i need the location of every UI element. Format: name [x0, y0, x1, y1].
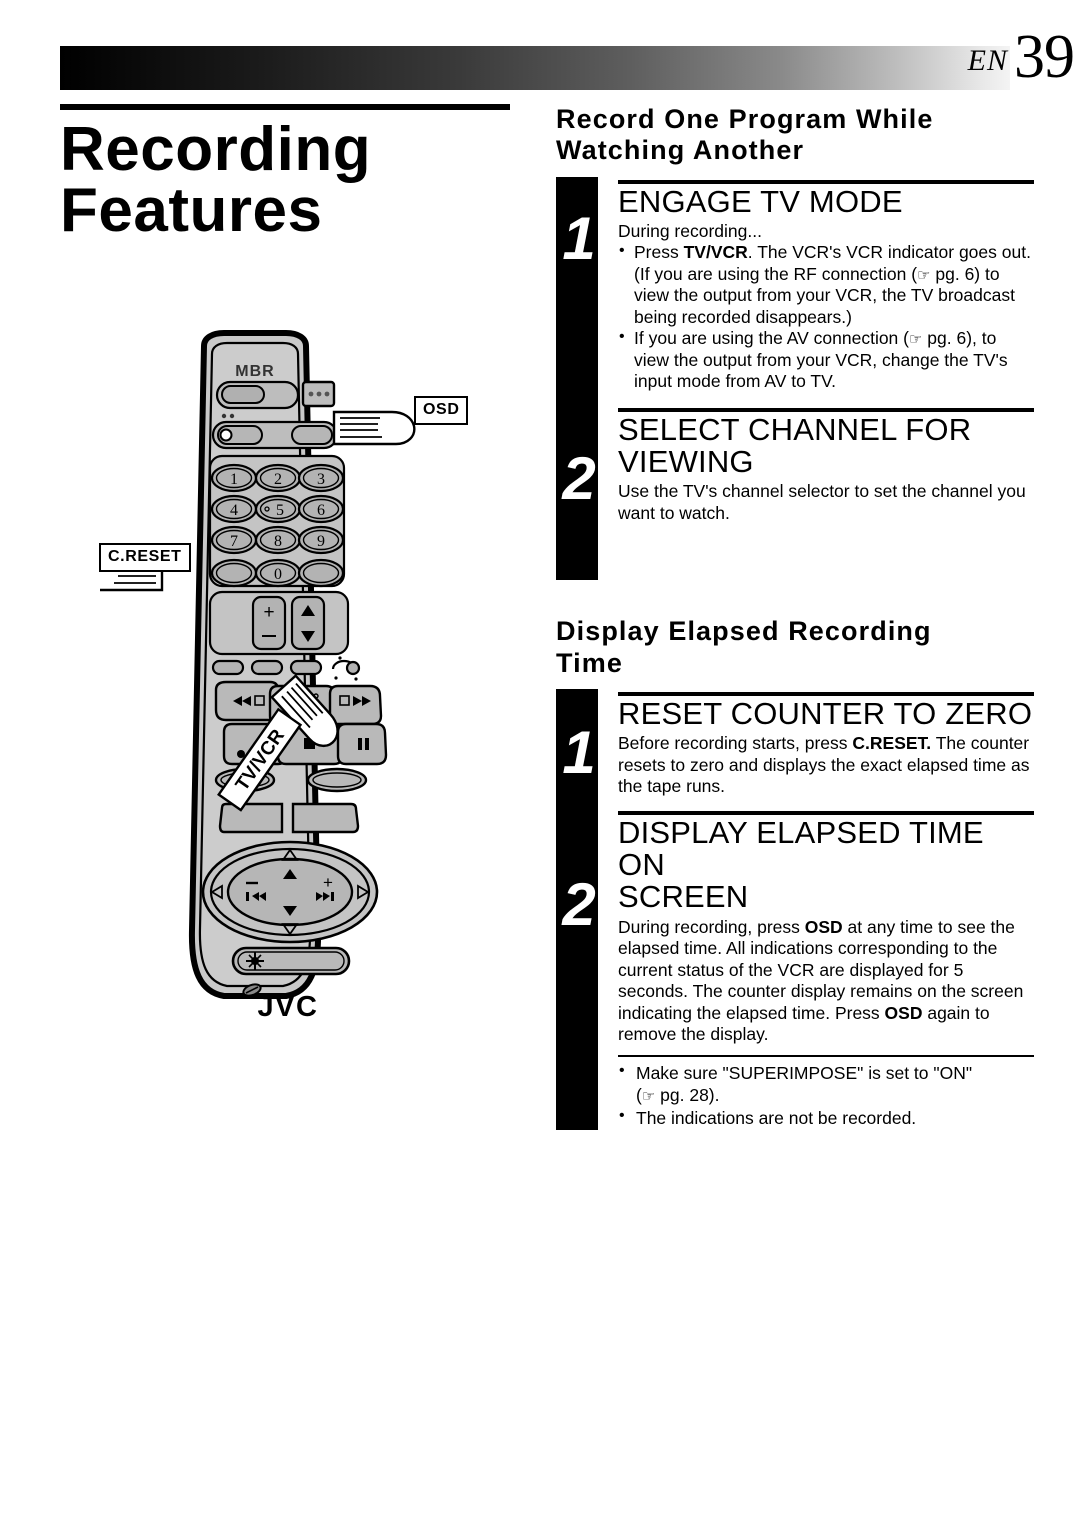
- remote-control-illustration: MBR 1 2 3 4 5 6 7 8 9 0 + + JVC TV/VCR O…: [99, 330, 520, 1030]
- section2-step2-number: 2: [562, 871, 596, 939]
- section1-step2: SELECT CHANNEL FOR VIEWING Use the TV's …: [618, 405, 1034, 581]
- section1-step1-body: During recording... Press TV/VCR. The VC…: [618, 221, 1034, 393]
- osd-button[interactable]: [291, 425, 333, 445]
- jvc-logo: JVC: [258, 991, 319, 1023]
- header-gradient-bar: [60, 46, 1010, 90]
- section2-notes: Make sure "SUPERIMPOSE" is set to "ON" (…: [618, 1061, 1034, 1130]
- section1-step1-bullet2: If you are using the AV connection (☞ pg…: [618, 327, 1034, 393]
- page-number: 39: [1014, 23, 1075, 91]
- key-4-label: 4: [230, 502, 238, 519]
- indicator-dot-3: [324, 391, 330, 397]
- key-9-label: 9: [317, 533, 325, 550]
- dpad-prev-bar: [246, 892, 249, 901]
- fast-forward-button[interactable]: [328, 684, 383, 726]
- section-heading-record-one-program: Record One Program While Watching Anothe…: [556, 104, 1034, 167]
- section1-step1-bullet1: Press TV/VCR. The VCR's VCR indicator go…: [618, 241, 1034, 328]
- volume-plus-label: +: [263, 602, 274, 623]
- section2-step1-title-line1: RESET COUNTER TO ZERO: [618, 696, 1033, 732]
- section2-steps: 1 2 RESET COUNTER TO ZERO Before recordi…: [556, 689, 1034, 1130]
- tv-vcr-button[interactable]: [289, 659, 323, 676]
- section1-step1-title: ENGAGE TV MODE: [618, 183, 1034, 219]
- small-button-2[interactable]: [250, 659, 284, 676]
- section2-step2-title-line1: DISPLAY ELAPSED TIME ON: [618, 814, 984, 883]
- page-title-line1: Recording: [60, 115, 372, 184]
- key-7-label: 7: [230, 533, 238, 550]
- title-divider: [60, 104, 510, 110]
- section1-step-number-bar: 1 2: [556, 176, 598, 581]
- section1-step1-title-line1: ENGAGE TV MODE: [618, 183, 903, 219]
- section2-step1-intro: Before recording starts, press C.RESET. …: [618, 733, 1030, 797]
- key-8-label: 8: [274, 533, 282, 550]
- key-1-label: 1: [230, 471, 238, 488]
- mbr-logo: MBR: [235, 363, 274, 380]
- key-2-label: 2: [274, 471, 282, 488]
- eject-dot-left: [334, 676, 338, 680]
- section2-note2: The indications are not be recorded.: [618, 1106, 1034, 1130]
- section2-step1-title: RESET COUNTER TO ZERO: [618, 696, 1034, 732]
- section1-step1-intro: During recording...: [618, 220, 762, 241]
- dpad-plus-icon: +: [323, 873, 333, 892]
- eject-dot-top: [338, 656, 342, 660]
- key-0-label: 0: [274, 566, 282, 583]
- section2-step1: RESET COUNTER TO ZERO Before recording s…: [618, 689, 1034, 798]
- section1-heading-line1: Record One Program While: [556, 104, 934, 134]
- section1-heading-line2: Watching Another: [556, 135, 805, 166]
- section1-step2-body: Use the TV's channel selector to set the…: [618, 481, 1034, 524]
- small-button-1[interactable]: [211, 659, 245, 676]
- eject-dot-right: [354, 677, 358, 681]
- section1-step2-intro: Use the TV's channel selector to set the…: [618, 481, 1026, 523]
- pause-icon-bar2: [365, 738, 369, 750]
- hand-pointer-osd: [332, 410, 416, 446]
- dpad-next-bar: [331, 892, 334, 901]
- bar-button-right[interactable]: [291, 802, 360, 834]
- section2-step1-body: Before recording starts, press C.RESET. …: [618, 733, 1034, 798]
- section1-step1: ENGAGE TV MODE During recording... Press…: [618, 177, 1034, 393]
- section1-step1-number: 1: [562, 204, 596, 272]
- key-3-label: 3: [317, 471, 325, 488]
- section2-step2-title-line2: SCREEN: [618, 879, 749, 915]
- pause-icon-bar1: [358, 738, 362, 750]
- section-heading-display-elapsed-time: Display Elapsed Recording Time: [556, 616, 1034, 679]
- section2-heading-line2: Time: [556, 647, 623, 678]
- callout-creset: C.RESET: [99, 543, 191, 572]
- section1-step2-title-line2: VIEWING: [618, 444, 754, 480]
- power-button[interactable]: [221, 385, 265, 404]
- section2-step2-body: During recording, press OSD at any time …: [618, 917, 1034, 1130]
- mode-slider-knob[interactable]: [219, 428, 233, 442]
- header-language-code: EN: [967, 44, 1008, 77]
- panel-dot-1: [221, 413, 227, 419]
- page-title: Recording Features: [60, 115, 520, 245]
- key-5-label: 5: [276, 502, 284, 519]
- indicator-dot-1: [308, 391, 314, 397]
- indicator-dot-2: [316, 391, 322, 397]
- section2-step2-title: DISPLAY ELAPSED TIME ON SCREEN: [618, 814, 1034, 915]
- section2-step-number-bar: 1 2: [556, 689, 598, 1130]
- callout-osd: OSD: [414, 396, 469, 425]
- section1-step2-number: 2: [562, 444, 596, 512]
- eject-button[interactable]: [345, 660, 361, 676]
- section2-step1-number: 1: [562, 719, 596, 787]
- section1-step2-title: SELECT CHANNEL FOR VIEWING: [618, 411, 1034, 480]
- bar-button-left[interactable]: [218, 802, 284, 834]
- chapter-title-block: Recording Features: [60, 104, 520, 242]
- section2-step2-intro: During recording, press OSD at any time …: [618, 916, 1024, 1045]
- section1-step2-title-line1: SELECT CHANNEL FOR: [618, 411, 972, 447]
- panel-dot-2: [229, 413, 235, 419]
- key-6-label: 6: [317, 502, 325, 519]
- instructions-column: Record One Program While Watching Anothe…: [556, 104, 1034, 1130]
- section2-note-rule: [618, 1054, 1034, 1057]
- section2-step2: DISPLAY ELAPSED TIME ON SCREEN During re…: [618, 808, 1034, 1130]
- section1-step1-bullets: Press TV/VCR. The VCR's VCR indicator go…: [618, 241, 1034, 393]
- section2-note1: Make sure "SUPERIMPOSE" is set to "ON" (…: [618, 1061, 1034, 1108]
- page-title-line2: Features: [60, 175, 323, 245]
- remote-control-drawing: MBR 1 2 3 4 5 6 7 8 9 0 + + JVC TV/VCR: [100, 330, 416, 1023]
- manual-page: EN 39 Recording Features MBR 1 2 3 4 5 6…: [0, 0, 1080, 1526]
- section1-steps: 1 2 ENGAGE TV MODE During recording... P…: [556, 176, 1034, 581]
- section2-heading-line1: Display Elapsed Recording: [556, 616, 932, 647]
